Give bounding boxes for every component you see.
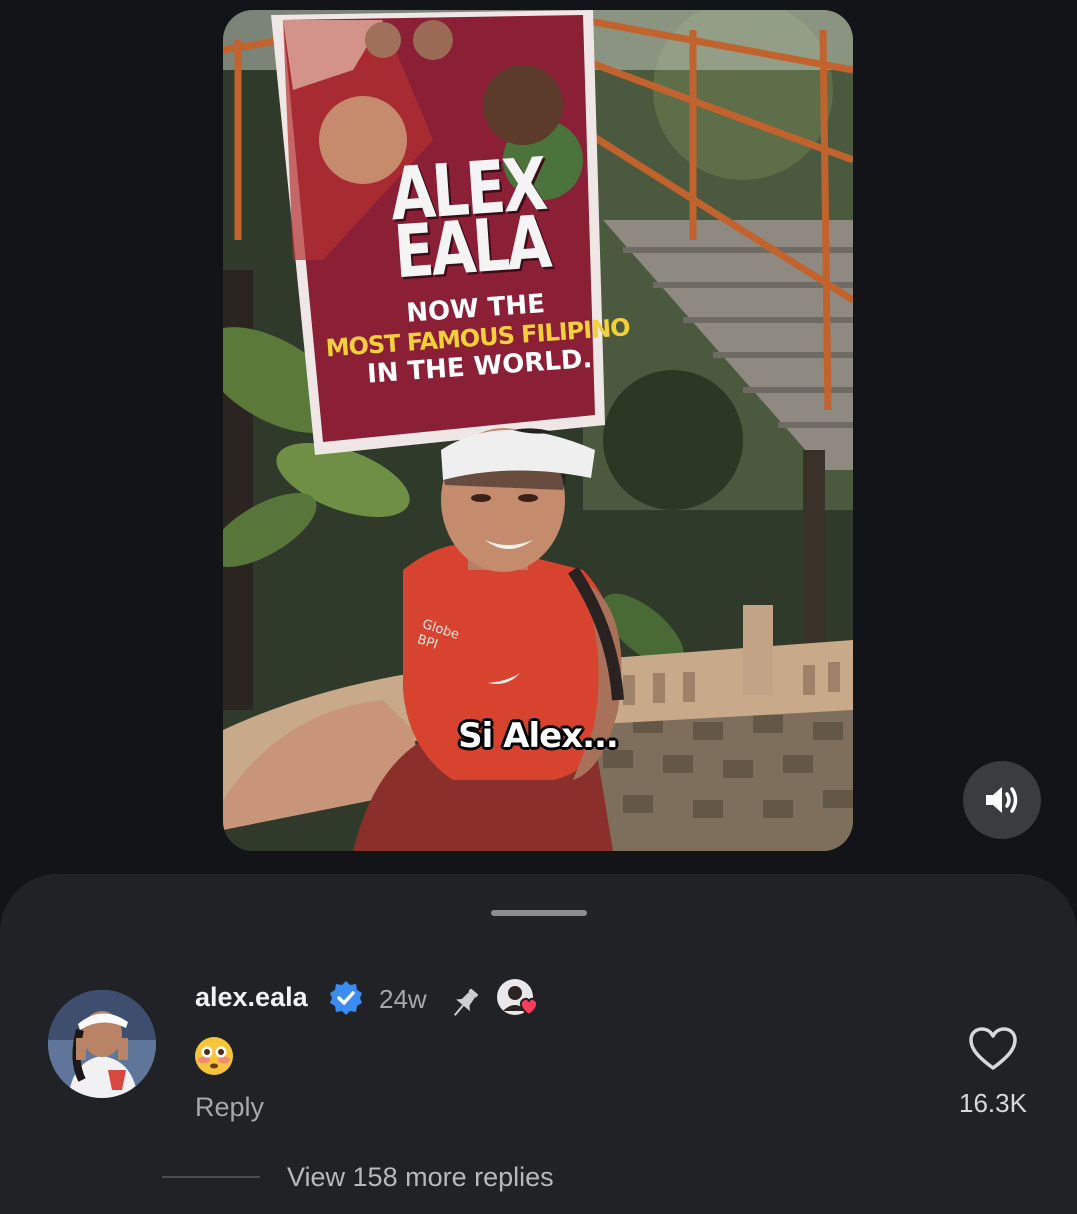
comment-flushed-emoji (194, 1036, 234, 1076)
view-more-replies-button[interactable]: View 158 more replies (287, 1162, 554, 1193)
mute-toggle-button[interactable] (963, 761, 1041, 839)
banner-text: ALEX EALA NOW THE MOST FAMOUS FILIPINO I… (296, 141, 651, 393)
comments-sheet: alex.eala 24w 😳 Reply (0, 874, 1077, 1214)
avatar[interactable] (48, 990, 156, 1098)
creator-liked-indicator (495, 977, 543, 1021)
like-count: 16.3K (959, 1088, 1027, 1118)
comment-username[interactable]: alex.eala (195, 982, 308, 1013)
pin-icon (453, 988, 479, 1016)
speaker-volume-icon (986, 787, 1018, 813)
flushed-face-icon (195, 1037, 233, 1075)
sheet-drag-handle[interactable] (491, 910, 587, 916)
video-caption: Si Alex... (458, 716, 619, 756)
avatar-image (48, 990, 156, 1098)
replies-divider (162, 1176, 260, 1178)
reply-button[interactable]: Reply (195, 1092, 264, 1123)
verified-badge-icon (330, 981, 362, 1015)
creator-heart-icon (497, 979, 539, 1017)
comment-timestamp: 24w (379, 984, 427, 1014)
heart-outline-icon[interactable] (968, 1026, 1018, 1072)
video-player[interactable]: ALEX EALA NOW THE MOST FAMOUS FILIPINO I… (223, 10, 853, 851)
